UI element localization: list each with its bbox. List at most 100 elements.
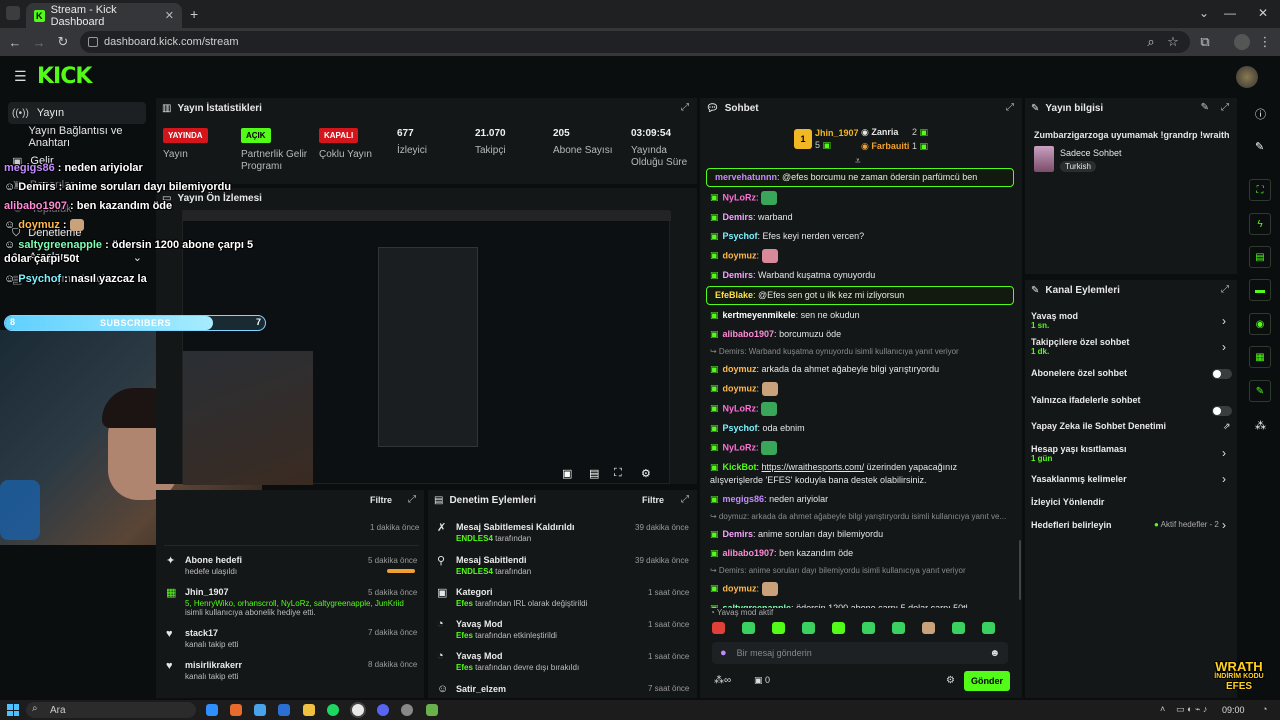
chat-input[interactable]: ● Bir mesaj gönderin ☻ [712, 642, 1008, 664]
chat-username[interactable]: alibabo1907 [723, 548, 775, 558]
chevron-right-icon[interactable]: › [1222, 518, 1226, 532]
address-bar[interactable]: dashboard.kick.com/stream [80, 31, 1190, 53]
tools-rail-icon[interactable]: ✎ [1249, 380, 1271, 402]
bookmark-star-icon[interactable]: ☆ [1164, 33, 1182, 51]
chat-username[interactable]: Demirs [723, 212, 754, 222]
chat-username[interactable]: mervehatunnn [715, 172, 777, 182]
edge-icon[interactable] [206, 704, 218, 716]
chat-username[interactable]: doymuz [723, 250, 757, 260]
chat-link[interactable]: https://wraithesports.com/ [762, 462, 865, 472]
profile-avatar[interactable] [1234, 34, 1250, 50]
settings-gear-icon[interactable]: ⚙ [641, 467, 651, 480]
close-tab-icon[interactable]: ✕ [165, 9, 174, 22]
quick-emote-icon[interactable] [712, 622, 725, 634]
quick-emote-icon[interactable] [742, 622, 755, 634]
info-icon[interactable]: ⓘ [1255, 106, 1266, 122]
tab-list-icon[interactable]: ⌄ [1199, 6, 1209, 20]
chat-username[interactable]: kertmeyenmikele [723, 310, 796, 320]
close-window-icon[interactable]: ✕ [1258, 6, 1268, 20]
banned-words-label[interactable]: Yasaklanmış kelimeler [1031, 474, 1127, 484]
ai-moderation-label[interactable]: Yapay Zeka ile Sohbet Denetimi [1031, 421, 1166, 431]
stream-category[interactable]: Sadece Sohbet [1060, 148, 1122, 158]
expand-icon[interactable]: ⤢ [1221, 284, 1229, 295]
theater-icon[interactable]: ▤ [589, 467, 599, 480]
subs-only-toggle[interactable] [1212, 369, 1232, 379]
new-tab-icon[interactable]: + [190, 6, 198, 22]
quick-emote-icon[interactable] [832, 622, 845, 634]
chevron-right-icon[interactable]: › [1222, 446, 1226, 460]
chat-username[interactable]: NyLoRz [723, 192, 757, 202]
explorer-icon[interactable] [303, 704, 315, 716]
zoom-icon[interactable]: ⌕ [1142, 33, 1160, 51]
chrome-icon[interactable] [352, 704, 364, 716]
clip-icon[interactable]: ⛶ [1249, 179, 1271, 201]
raid-label[interactable]: İzleyici Yönlendir [1031, 497, 1104, 507]
reload-icon[interactable]: ↻ [54, 33, 72, 51]
sidebar-item-stream-key[interactable]: Yayın Bağlantısı ve Anahtarı [8, 125, 146, 149]
notifications-icon[interactable]: ◔ [1262, 704, 1267, 714]
expand-icon[interactable]: ⤢ [1221, 102, 1229, 113]
copilot-icon[interactable] [230, 704, 242, 716]
user-avatar[interactable] [1236, 66, 1258, 88]
send-button[interactable]: Gönder [964, 671, 1010, 691]
emote-only-toggle[interactable] [1212, 406, 1232, 416]
sidebar-item-stream[interactable]: ((•)) Yayın [8, 102, 146, 124]
mic-icon[interactable]: ● [720, 647, 727, 659]
filter-button[interactable]: Filtre [642, 495, 664, 505]
chat-rail-icon[interactable]: ▬ [1249, 279, 1271, 301]
browser-menu-icon[interactable]: ⋮ [1256, 33, 1274, 51]
chat-username[interactable]: doymuz [723, 364, 757, 374]
leader-name[interactable]: Jhin_1907 [815, 128, 859, 138]
obs-icon[interactable] [401, 704, 413, 716]
outlook-icon[interactable] [278, 704, 290, 716]
fullscreen-icon[interactable]: ⛶ [614, 467, 622, 480]
chat-username[interactable]: Psychof [723, 231, 758, 241]
bolt-icon[interactable]: ϟ [1249, 213, 1271, 235]
filter-button[interactable]: Filtre [370, 495, 392, 505]
more-tools-icon[interactable]: ⁂ [1255, 419, 1266, 432]
slow-mode-row[interactable]: Yavaş mod 1 sn. [1031, 311, 1078, 330]
chat-username[interactable]: Psychof [723, 423, 758, 433]
quick-emote-icon[interactable] [802, 622, 815, 634]
chat-username[interactable]: Demirs [723, 270, 754, 280]
tray-chevron-icon[interactable]: ˄ [1160, 704, 1165, 714]
edit-pencil-icon[interactable]: ✎ [1201, 102, 1209, 113]
expand-icon[interactable]: ⤢ [681, 102, 689, 113]
document-icon[interactable]: ▤ [1249, 246, 1271, 268]
quick-emote-icon[interactable] [982, 622, 995, 634]
leader-name[interactable]: Farbauiti [871, 141, 909, 151]
chevron-right-icon[interactable]: › [1222, 472, 1226, 486]
site-info-icon[interactable] [88, 37, 98, 47]
chevron-right-icon[interactable]: › [1222, 314, 1226, 328]
extensions-icon[interactable]: ⧉ [1196, 33, 1214, 51]
chat-username[interactable]: EfeBlake [715, 290, 753, 300]
forward-icon[interactable]: → [30, 33, 48, 51]
store-icon[interactable] [254, 704, 266, 716]
kick-logo[interactable]: KICK [37, 64, 92, 89]
browser-tab[interactable]: K Stream - Kick Dashboard ✕ [26, 3, 182, 28]
quick-emote-icon[interactable] [952, 622, 965, 634]
chat-username[interactable]: doymuz [723, 383, 757, 393]
chat-username[interactable]: NyLoRz [723, 403, 757, 413]
emoji-picker-icon[interactable]: ☻ [989, 648, 1000, 659]
goals-label[interactable]: Hedefleri belirleyin [1031, 520, 1112, 530]
channel-points-icon[interactable]: ⁂∞ [714, 675, 731, 686]
tab-search-icon[interactable] [6, 6, 20, 20]
spotify-icon[interactable] [327, 704, 339, 716]
chat-settings-icon[interactable]: ⚙ [946, 675, 955, 686]
expand-icon[interactable]: ⤢ [408, 494, 416, 505]
chat-username[interactable]: doymuz [723, 583, 757, 593]
minimize-icon[interactable]: — [1224, 6, 1236, 20]
chat-username[interactable]: NyLoRz [723, 442, 757, 452]
layout-icon[interactable]: ▦ [1249, 346, 1271, 368]
pencil-icon[interactable]: ✎ [1255, 140, 1264, 153]
start-menu-icon[interactable] [7, 704, 19, 716]
expand-icon[interactable]: ⤢ [1006, 102, 1014, 113]
pip-icon[interactable]: ▣ [562, 467, 572, 480]
collapse-leaderboard-icon[interactable]: ⩡ [855, 156, 861, 167]
chat-username[interactable]: KickBot [723, 462, 757, 472]
back-icon[interactable]: ← [6, 33, 24, 51]
broadcast-rail-icon[interactable]: ◉ [1249, 313, 1271, 335]
account-age-row[interactable]: Hesap yaşı kısıtlaması 1 gün [1031, 444, 1127, 463]
expand-icon[interactable]: ⤢ [681, 494, 689, 505]
